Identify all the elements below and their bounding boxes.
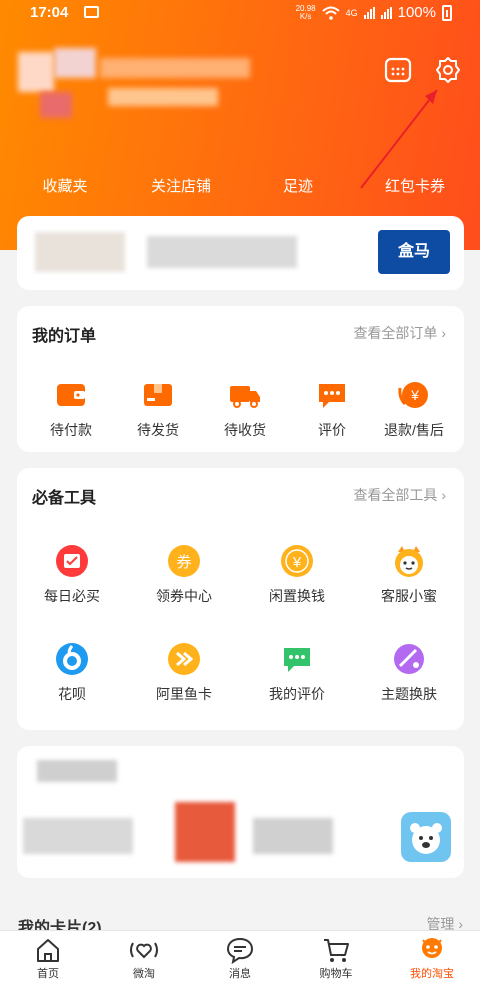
tool-coupon-center-label: 领券中心 [156, 588, 212, 604]
order-review-label: 评价 [318, 422, 346, 438]
heart-signal-icon [96, 935, 192, 965]
svg-text:¥: ¥ [410, 387, 419, 403]
bear-app-icon[interactable] [401, 812, 451, 862]
tool-daily-must-buy-label: 每日必买 [44, 588, 100, 604]
tool-idle-cash-label: 闲置换钱 [269, 588, 325, 604]
network-speed-unit: K/s [299, 11, 312, 21]
wifi-icon [321, 6, 340, 20]
nav-cart[interactable]: 购物车 [288, 931, 384, 986]
status-time: 17:04 [30, 4, 69, 21]
favorites-link[interactable]: 收藏夹 [15, 175, 115, 196]
order-pending-payment-label: 待付款 [50, 422, 92, 438]
orders-title: 我的订单 [32, 328, 97, 345]
tool-theme-skin-label: 主题换肤 [381, 686, 437, 702]
nav-messages[interactable]: 消息 [192, 931, 288, 986]
tool-customer-service[interactable]: 客服小蜜 [364, 544, 454, 606]
order-refund[interactable]: ¥ 退款/售后 [369, 378, 459, 440]
cart-icon [288, 935, 384, 965]
yen-coin-icon: ¥ [280, 544, 314, 578]
signal-2-icon [380, 6, 392, 19]
blurred-profile-info[interactable] [18, 48, 250, 128]
package-icon [141, 378, 175, 412]
view-all-tools-label: 查看全部工具 [353, 487, 438, 503]
order-pending-shipment[interactable]: 待发货 [113, 378, 203, 440]
nav-weitao-label: 微淘 [133, 968, 155, 980]
tool-huabei-label: 花呗 [58, 686, 86, 702]
calendar-check-icon [55, 544, 89, 578]
order-review[interactable]: 评价 [287, 378, 377, 440]
orders-card: 我的订单 查看全部订单 › 待付款 待发货 待收货 评价 ¥ 退款/售后 [17, 306, 464, 452]
play-card-icon [167, 642, 201, 676]
tools-title: 必备工具 [32, 490, 97, 507]
tool-customer-service-label: 客服小蜜 [381, 588, 437, 604]
wallet-icon [54, 378, 88, 412]
status-bar: 17:04 20.98 K/s 4G 100% [0, 0, 480, 28]
order-pending-receipt[interactable]: 待收货 [200, 378, 290, 440]
recommendation-card[interactable] [17, 746, 464, 878]
nav-my-taobao[interactable]: 我的淘宝 [384, 931, 480, 986]
calendar-icon[interactable] [384, 56, 412, 84]
footprints-link[interactable]: 足迹 [248, 175, 348, 196]
bottom-navigation: 首页 微淘 消息 购物车 我的淘宝 [0, 930, 480, 986]
palette-icon [392, 642, 426, 676]
chat-bubble-icon [280, 642, 314, 676]
network-speed: 20.98 K/s [296, 4, 316, 21]
profile-header: 17:04 20.98 K/s 4G 100% 收藏夹 关注店铺 足迹 红包卡券 [0, 0, 480, 250]
svg-text:券: 券 [176, 553, 191, 571]
nav-home-label: 首页 [37, 968, 59, 980]
gallery-notification-icon [84, 6, 99, 18]
battery-icon [442, 4, 452, 21]
tool-my-reviews[interactable]: 我的评价 [252, 642, 342, 704]
order-pending-shipment-label: 待发货 [137, 422, 179, 438]
quick-links: 收藏夹 关注店铺 足迹 红包卡券 [0, 175, 480, 199]
coupons-link[interactable]: 红包卡券 [365, 175, 465, 196]
tool-ali-fish-card[interactable]: 阿里鱼卡 [139, 642, 229, 704]
refund-icon: ¥ [397, 378, 431, 412]
chevron-right-icon: › [441, 487, 446, 503]
home-icon [0, 935, 96, 965]
tool-idle-cash[interactable]: ¥ 闲置换钱 [252, 544, 342, 606]
chevron-right-icon: › [441, 325, 446, 341]
assistant-icon [392, 544, 426, 578]
message-icon [192, 935, 288, 965]
truck-icon [228, 378, 262, 412]
tool-coupon-center[interactable]: 券 领券中心 [139, 544, 229, 606]
nav-weitao[interactable]: 微淘 [96, 931, 192, 986]
tools-card: 必备工具 查看全部工具 › 每日必买 券 领券中心 ¥ 闲置换钱 客服小蜜 花呗 [17, 468, 464, 730]
settings-gear-icon[interactable] [434, 56, 462, 84]
order-refund-label: 退款/售后 [384, 422, 444, 438]
order-pending-receipt-label: 待收货 [224, 422, 266, 438]
tool-ali-fish-card-label: 阿里鱼卡 [156, 686, 212, 702]
tool-my-reviews-label: 我的评价 [269, 686, 325, 702]
huabei-icon [55, 642, 89, 676]
tool-huabei[interactable]: 花呗 [27, 642, 117, 704]
comment-icon [315, 378, 349, 412]
nav-my-taobao-label: 我的淘宝 [410, 968, 454, 980]
my-taobao-icon [384, 935, 480, 965]
network-type: 4G [345, 7, 358, 18]
nav-messages-label: 消息 [229, 968, 251, 980]
signal-icon [363, 6, 375, 19]
view-all-orders-link[interactable]: 查看全部订单 › [353, 323, 446, 343]
view-all-orders-label: 查看全部订单 [353, 325, 438, 341]
view-all-tools-link[interactable]: 查看全部工具 › [353, 485, 446, 505]
order-pending-payment[interactable]: 待付款 [26, 378, 116, 440]
nav-cart-label: 购物车 [319, 968, 353, 980]
svg-text:¥: ¥ [292, 554, 302, 571]
membership-card[interactable]: 盒马 [17, 216, 464, 290]
battery-percent: 100% [397, 4, 436, 21]
hema-badge[interactable]: 盒马 [378, 230, 450, 274]
followed-shops-link[interactable]: 关注店铺 [131, 175, 231, 196]
tool-theme-skin[interactable]: 主题换肤 [364, 642, 454, 704]
tool-daily-must-buy[interactable]: 每日必买 [27, 544, 117, 606]
coupon-icon: 券 [167, 544, 201, 578]
nav-home[interactable]: 首页 [0, 931, 96, 986]
